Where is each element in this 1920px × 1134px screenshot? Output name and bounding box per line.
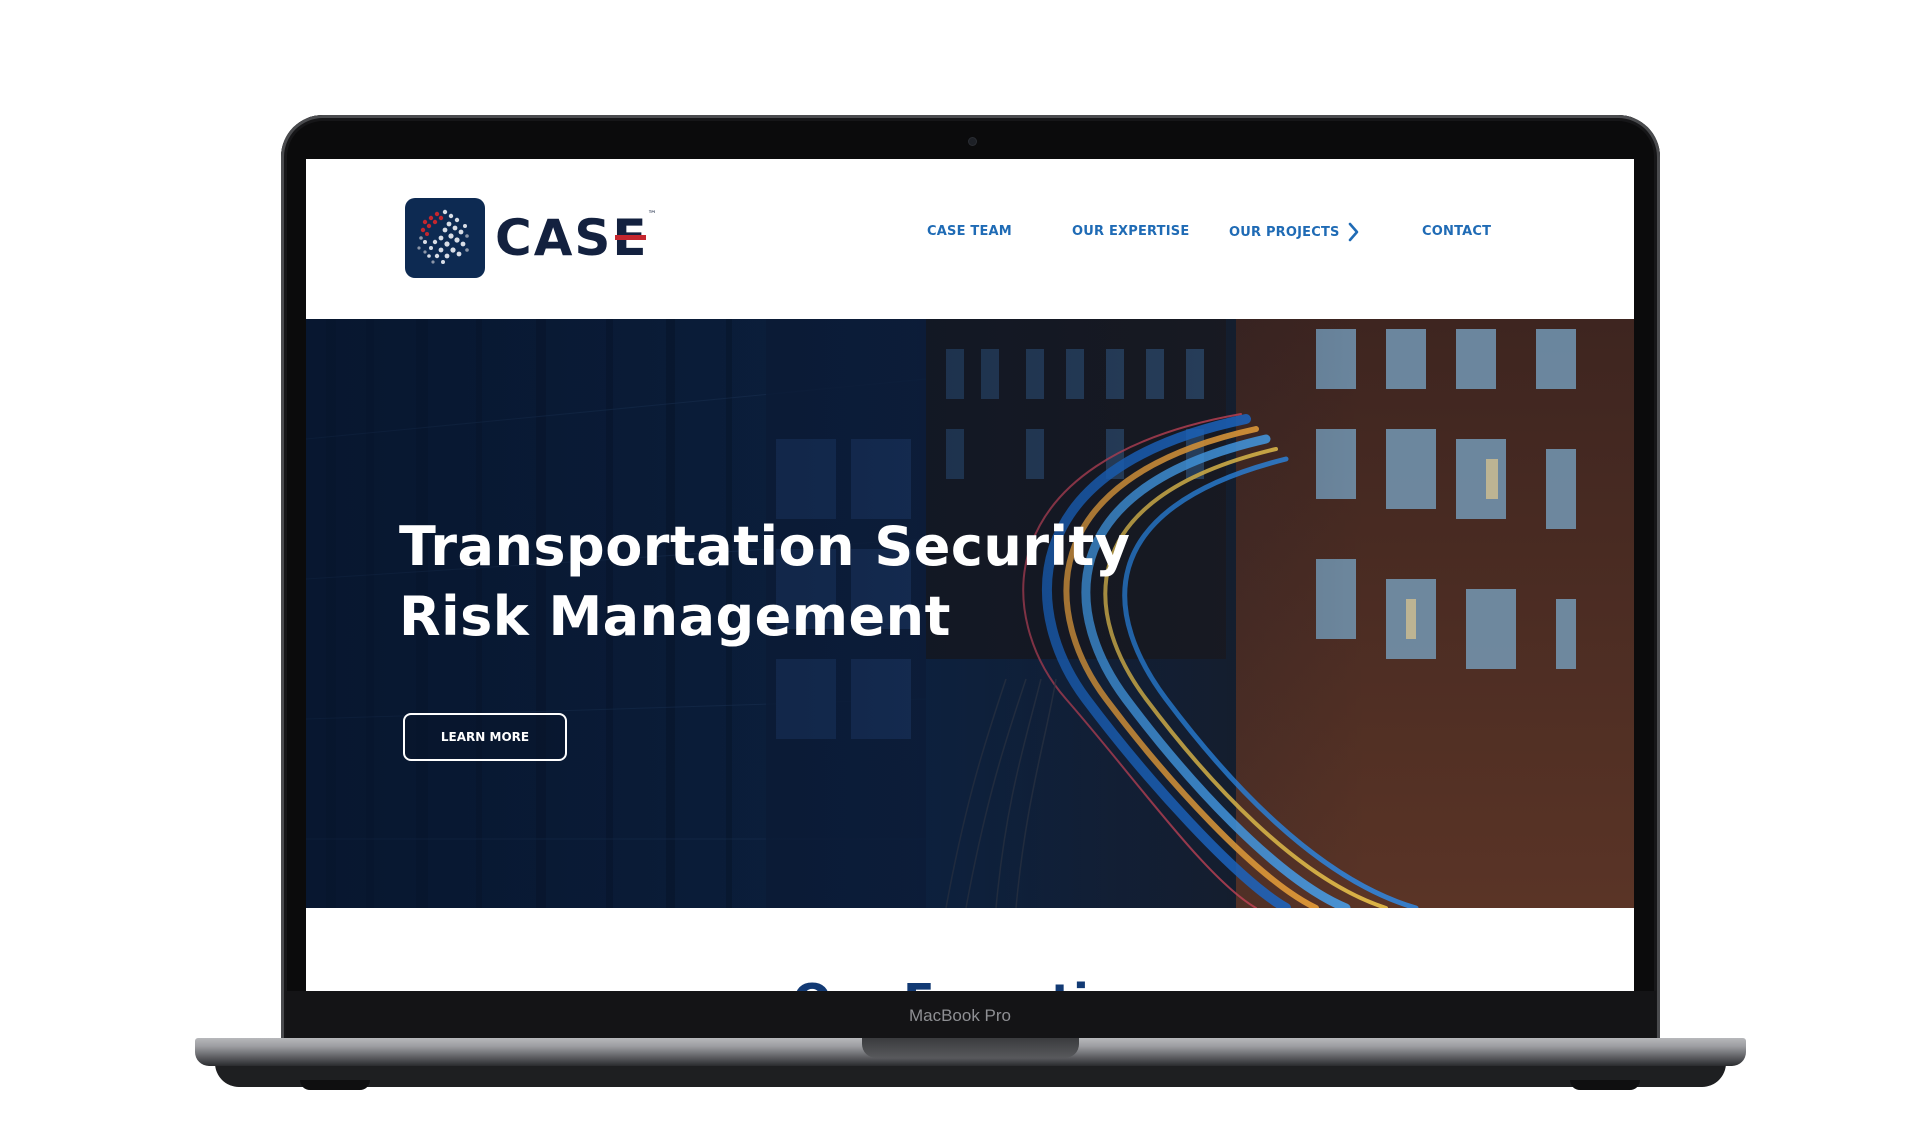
chevron-right-icon[interactable] — [1346, 221, 1362, 243]
nav-our-projects[interactable]: OUR PROJECTS — [1229, 221, 1362, 243]
browser-viewport: CASE ™ CASE TEAM OUR EXPERTISE OUR PROJEC… — [306, 159, 1634, 991]
site-logo[interactable]: CASE ™ — [405, 198, 657, 278]
laptop-foot-left — [300, 1080, 370, 1090]
hero-banner: Transportation Security Risk Management … — [306, 319, 1634, 908]
nav-label: CASE TEAM — [927, 224, 1012, 239]
hero-title-line-1: Transportation Security — [399, 515, 1131, 578]
laptop-notch — [862, 1038, 1079, 1058]
hero-title: Transportation Security Risk Management — [399, 512, 1159, 652]
nav-label: CONTACT — [1422, 224, 1492, 239]
nav-contact[interactable]: CONTACT — [1422, 224, 1491, 239]
cube-logo-icon — [405, 198, 485, 278]
laptop-base-shadow — [215, 1063, 1726, 1087]
nav-label: OUR EXPERTISE — [1072, 224, 1190, 239]
camera-icon — [969, 138, 976, 145]
laptop-model-label: MacBook Pro — [908, 1006, 1012, 1025]
laptop-foot-right — [1570, 1080, 1640, 1090]
logo-text: CAS — [495, 209, 613, 267]
trademark-symbol: ™ — [647, 210, 659, 220]
logo-wordmark: CASE ™ — [495, 211, 657, 264]
site-header: CASE ™ CASE TEAM OUR EXPERTISE OUR PROJEC… — [306, 159, 1634, 319]
hero-title-line-2: Risk Management — [399, 585, 951, 648]
nav-case-team[interactable]: CASE TEAM — [927, 224, 1012, 239]
section-heading: Our Expertise — [306, 971, 1634, 991]
logo-accent-letter: E — [612, 209, 649, 267]
nav-our-expertise[interactable]: OUR EXPERTISE — [1072, 224, 1189, 239]
learn-more-button[interactable]: LEARN MORE — [403, 713, 567, 761]
nav-label: OUR PROJECTS — [1229, 224, 1340, 240]
